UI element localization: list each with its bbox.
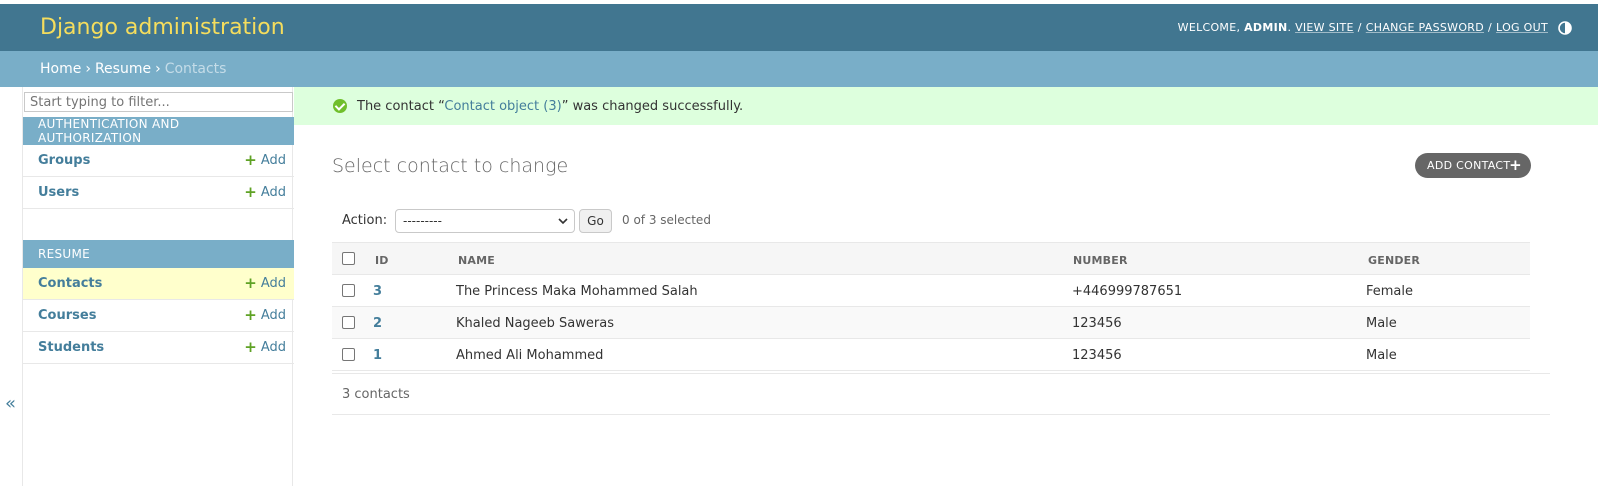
message-object-link[interactable]: Contact object (3) [444, 99, 561, 114]
add-label: Add [260, 153, 286, 168]
action-label: Action: [342, 213, 388, 228]
model-link-users[interactable]: Users [38, 185, 79, 200]
breadcrumb-home[interactable]: Home [40, 61, 81, 77]
username: ADMIN [1244, 21, 1288, 34]
row-number: 123456 [1072, 348, 1122, 363]
plus-icon: + [244, 183, 257, 201]
sidebar-item-groups: Groups + Add [23, 145, 294, 177]
row-id-link[interactable]: 2 [373, 316, 382, 331]
model-link-students[interactable]: Students [38, 340, 104, 355]
nav-sidebar: Authentication and Authorization Groups … [22, 87, 294, 486]
message-text: The contact “Contact object (3)” was cha… [357, 99, 743, 114]
breadcrumb-app[interactable]: Resume [95, 61, 151, 77]
welcome-text: WELCOME, [1177, 21, 1241, 34]
table-header: ID NAME NUMBER GENDER [332, 242, 1530, 275]
header: Django administration WELCOME, ADMIN. VI… [0, 4, 1598, 51]
separator: / [1357, 21, 1362, 34]
breadcrumb-current: Contacts [164, 61, 227, 77]
site-name[interactable]: Django administration [40, 15, 285, 40]
table-row: 3 The Princess Maka Mohammed Salah +4469… [332, 275, 1530, 307]
row-checkbox[interactable] [342, 316, 355, 329]
message-prefix: The contact “ [357, 98, 445, 114]
view-site-link[interactable]: VIEW SITE [1295, 21, 1354, 34]
add-label: Add [260, 308, 286, 323]
page-title: Select contact to change [332, 155, 569, 177]
action-counter: 0 of 3 selected [622, 213, 711, 227]
add-contacts-link[interactable]: + Add [244, 274, 286, 292]
row-name: Ahmed Ali Mohammed [456, 348, 604, 363]
add-contact-button[interactable]: ADD CONTACT + [1415, 153, 1531, 178]
theme-toggle-icon[interactable] [1558, 20, 1572, 35]
model-link-groups[interactable]: Groups [38, 153, 90, 168]
select-all-checkbox[interactable] [342, 252, 355, 265]
go-button[interactable]: Go [579, 209, 612, 233]
row-id: 3 [373, 284, 382, 299]
add-groups-link[interactable]: + Add [244, 151, 286, 169]
user-tools: WELCOME, ADMIN. VIEW SITE / CHANGE PASSW… [1177, 20, 1572, 35]
breadcrumb-separator: › [155, 61, 161, 77]
plus-icon: + [244, 306, 257, 324]
column-header-gender[interactable]: GENDER [1368, 254, 1420, 267]
model-link-contacts[interactable]: Contacts [38, 276, 102, 291]
add-users-link[interactable]: + Add [244, 183, 286, 201]
nav-filter-input[interactable] [24, 92, 293, 112]
add-courses-link[interactable]: + Add [244, 306, 286, 324]
breadcrumb: Home › Resume › Contacts [0, 51, 1598, 87]
column-header-number[interactable]: NUMBER [1073, 254, 1128, 267]
plus-icon: + [1509, 156, 1522, 174]
row-name: Khaled Nageeb Saweras [456, 316, 614, 331]
action-select[interactable]: --------- [395, 209, 575, 233]
sidebar-item-users: Users + Add [23, 177, 294, 209]
row-checkbox[interactable] [342, 284, 355, 297]
model-link-courses[interactable]: Courses [38, 308, 96, 323]
add-contact-label: ADD CONTACT [1427, 159, 1511, 172]
message-suffix: ” was changed successfully. [561, 98, 744, 114]
log-out-link[interactable]: LOG OUT [1496, 21, 1548, 34]
row-id: 1 [373, 348, 382, 363]
add-label: Add [260, 185, 286, 200]
toggle-sidebar-button[interactable]: « [5, 393, 19, 414]
column-header-name[interactable]: NAME [458, 254, 495, 267]
success-message: The contact “Contact object (3)” was cha… [294, 87, 1598, 125]
add-students-link[interactable]: + Add [244, 338, 286, 356]
row-gender: Male [1366, 348, 1397, 363]
add-label: Add [260, 340, 286, 355]
plus-icon: + [244, 151, 257, 169]
row-name: The Princess Maka Mohammed Salah [456, 284, 698, 299]
row-gender: Female [1366, 284, 1414, 299]
plus-icon: + [244, 338, 257, 356]
module-caption-resume[interactable]: Resume [23, 240, 294, 268]
row-number: +446999787651 [1072, 284, 1183, 299]
sidebar-item-courses: Courses + Add [23, 300, 294, 332]
row-checkbox[interactable] [342, 348, 355, 361]
change-password-link[interactable]: CHANGE PASSWORD [1366, 21, 1484, 34]
table-row: 1 Ahmed Ali Mohammed 123456 Male [332, 339, 1530, 371]
chevron-down-icon [558, 214, 568, 231]
module-caption-auth[interactable]: Authentication and Authorization [23, 117, 294, 145]
row-gender: Male [1366, 316, 1397, 331]
separator: / [1488, 21, 1493, 34]
paginator: 3 contacts [332, 373, 1550, 415]
sidebar-item-students: Students + Add [23, 332, 294, 364]
table-row: 2 Khaled Nageeb Saweras 123456 Male [332, 307, 1530, 339]
row-number: 123456 [1072, 316, 1122, 331]
success-check-icon [333, 99, 347, 113]
column-header-id[interactable]: ID [375, 254, 389, 267]
row-id-link[interactable]: 3 [373, 284, 382, 299]
breadcrumb-separator: › [85, 61, 91, 77]
plus-icon: + [244, 274, 257, 292]
add-label: Add [260, 276, 286, 291]
row-id-link[interactable]: 1 [373, 348, 382, 363]
row-id: 2 [373, 316, 382, 331]
action-selected-value: --------- [403, 214, 442, 228]
sidebar-item-contacts: Contacts + Add [23, 268, 294, 300]
